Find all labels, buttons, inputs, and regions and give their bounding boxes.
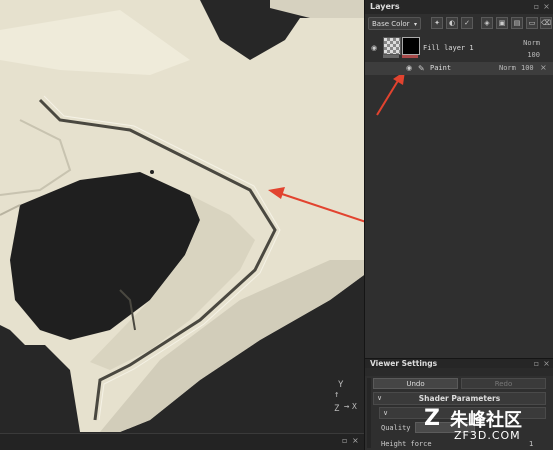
add-layer-icon[interactable]: ◈ bbox=[481, 17, 493, 29]
mask-thumb-bar bbox=[402, 55, 418, 58]
watermark-url: ZF3D.COM bbox=[454, 429, 521, 442]
float-icon[interactable]: ▫ bbox=[532, 2, 541, 11]
float-icon[interactable]: ▫ bbox=[342, 437, 350, 445]
layers-list-area bbox=[365, 75, 553, 358]
fill-layer-blend[interactable]: Norm bbox=[523, 39, 540, 47]
add-fill-layer-icon[interactable]: ▣ bbox=[496, 17, 508, 29]
paint-layer-name[interactable]: Paint bbox=[430, 64, 451, 72]
3d-viewport[interactable]: Y ↑ Z → X ▫ × bbox=[0, 0, 364, 450]
scrollbar[interactable] bbox=[367, 378, 371, 448]
fill-layer-opacity[interactable]: 100 bbox=[527, 51, 540, 59]
channel-dropdown[interactable]: Base Color ▾ bbox=[368, 17, 421, 30]
add-filter-icon[interactable]: ✓ bbox=[461, 17, 473, 29]
quality-label: Quality bbox=[381, 424, 411, 432]
close-icon[interactable]: × bbox=[352, 437, 360, 445]
fill-layer-row[interactable]: ◉ Fill layer 1 Norm 100 bbox=[365, 34, 553, 62]
mask-thumbnail[interactable] bbox=[402, 37, 420, 55]
folder-icon[interactable]: ▭ bbox=[526, 17, 538, 29]
red-arrow-annotation bbox=[376, 75, 405, 116]
visibility-eye-icon[interactable]: ◉ bbox=[370, 44, 378, 52]
trash-icon[interactable]: ⌫ bbox=[540, 17, 552, 29]
shader-parameters-title: Shader Parameters bbox=[418, 394, 501, 403]
watermark: Z 朱峰社区 ZF3D.COM bbox=[424, 404, 550, 446]
close-icon[interactable]: × bbox=[542, 359, 551, 368]
paint-layer-blend[interactable]: Norm bbox=[499, 64, 516, 72]
paint-layer-opacity[interactable]: 100 bbox=[521, 64, 534, 72]
redo-button[interactable]: Redo bbox=[461, 378, 546, 389]
viewport-status-bar: ▫ × bbox=[0, 433, 364, 450]
layers-toolbar: Base Color ▾ ✦ ◐ ✓ ◈ ▣ ▤ ▭ ⌫ bbox=[365, 14, 553, 34]
add-effect-icon[interactable]: ✦ bbox=[431, 17, 443, 29]
fill-layer-name[interactable]: Fill layer 1 bbox=[423, 44, 474, 52]
paint-effect-row[interactable]: ◉ ✎ Paint Norm 100 × bbox=[365, 62, 553, 75]
model-render bbox=[0, 0, 364, 450]
undo-button[interactable]: Undo bbox=[373, 378, 458, 389]
viewer-tabs-strip bbox=[365, 368, 553, 376]
visibility-eye-icon[interactable]: ◉ bbox=[405, 64, 413, 72]
brush-icon: ✎ bbox=[418, 64, 425, 73]
chevron-down-icon: ▾ bbox=[413, 21, 417, 28]
right-panel: Layers ▫ × Base Color ▾ ✦ ◐ ✓ ◈ ▣ ▤ ▭ ⌫ … bbox=[364, 0, 553, 450]
close-icon[interactable]: × bbox=[542, 2, 551, 11]
layers-header: Layers ▫ × bbox=[365, 0, 553, 14]
channel-dropdown-label: Base Color bbox=[372, 20, 410, 28]
float-icon[interactable]: ▫ bbox=[532, 359, 541, 368]
axis-gizmo: Y ↑ Z → X bbox=[334, 380, 357, 414]
layer-thumbnail bbox=[383, 37, 401, 55]
viewer-settings-title: Viewer Settings bbox=[370, 359, 438, 368]
layers-title: Layers bbox=[370, 2, 400, 11]
add-mask-icon[interactable]: ◐ bbox=[446, 17, 458, 29]
remove-icon[interactable]: × bbox=[540, 63, 547, 72]
watermark-logo-icon: Z bbox=[424, 406, 440, 431]
chevron-down-icon: ∨ bbox=[383, 409, 389, 417]
layer-thumb-bar bbox=[383, 55, 399, 58]
add-group-icon[interactable]: ▤ bbox=[511, 17, 523, 29]
